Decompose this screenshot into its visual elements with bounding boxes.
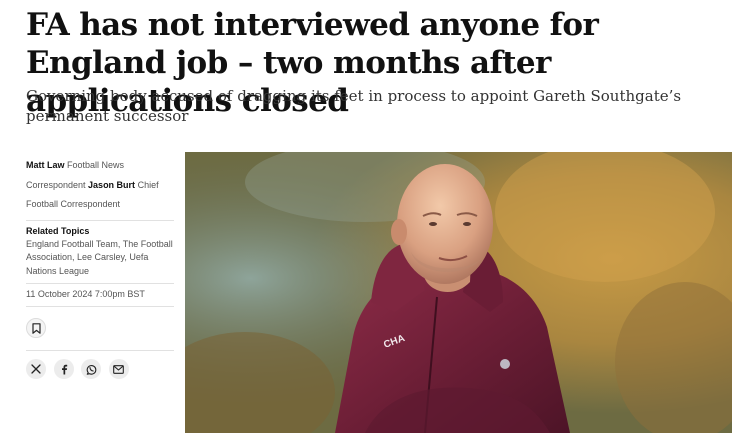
share-x-button[interactable] [26, 359, 46, 379]
hero-photo: CHA [185, 152, 732, 433]
share-email-button[interactable] [108, 359, 129, 379]
email-icon [113, 364, 124, 374]
hero-image: CHA [185, 152, 732, 433]
article-meta: Matt Law Football News Correspondent Jas… [26, 156, 176, 381]
article-standfirst: Governing body accused of dragging its f… [26, 87, 682, 125]
save-row [26, 318, 176, 340]
related-topics-list[interactable]: England Football Team, The Football Asso… [26, 238, 176, 279]
share-facebook-button[interactable] [53, 359, 74, 379]
divider [26, 350, 174, 351]
divider [26, 219, 174, 221]
publish-timestamp: 11 October 2024 7:00pm BST [26, 289, 145, 299]
divider [26, 306, 174, 307]
save-article-button[interactable] [26, 318, 46, 338]
author-link-matt-law[interactable]: Matt Law [26, 160, 65, 170]
x-twitter-icon [31, 364, 41, 374]
byline: Matt Law Football News Correspondent Jas… [26, 156, 176, 215]
share-whatsapp-button[interactable] [81, 359, 102, 379]
author-link-jason-burt[interactable]: Jason Burt [88, 180, 135, 190]
whatsapp-icon [86, 364, 96, 375]
bookmark-icon [31, 322, 41, 334]
divider [26, 283, 174, 284]
facebook-icon [61, 364, 67, 374]
share-buttons [26, 359, 176, 381]
related-topics-heading: Related Topics [26, 225, 90, 236]
